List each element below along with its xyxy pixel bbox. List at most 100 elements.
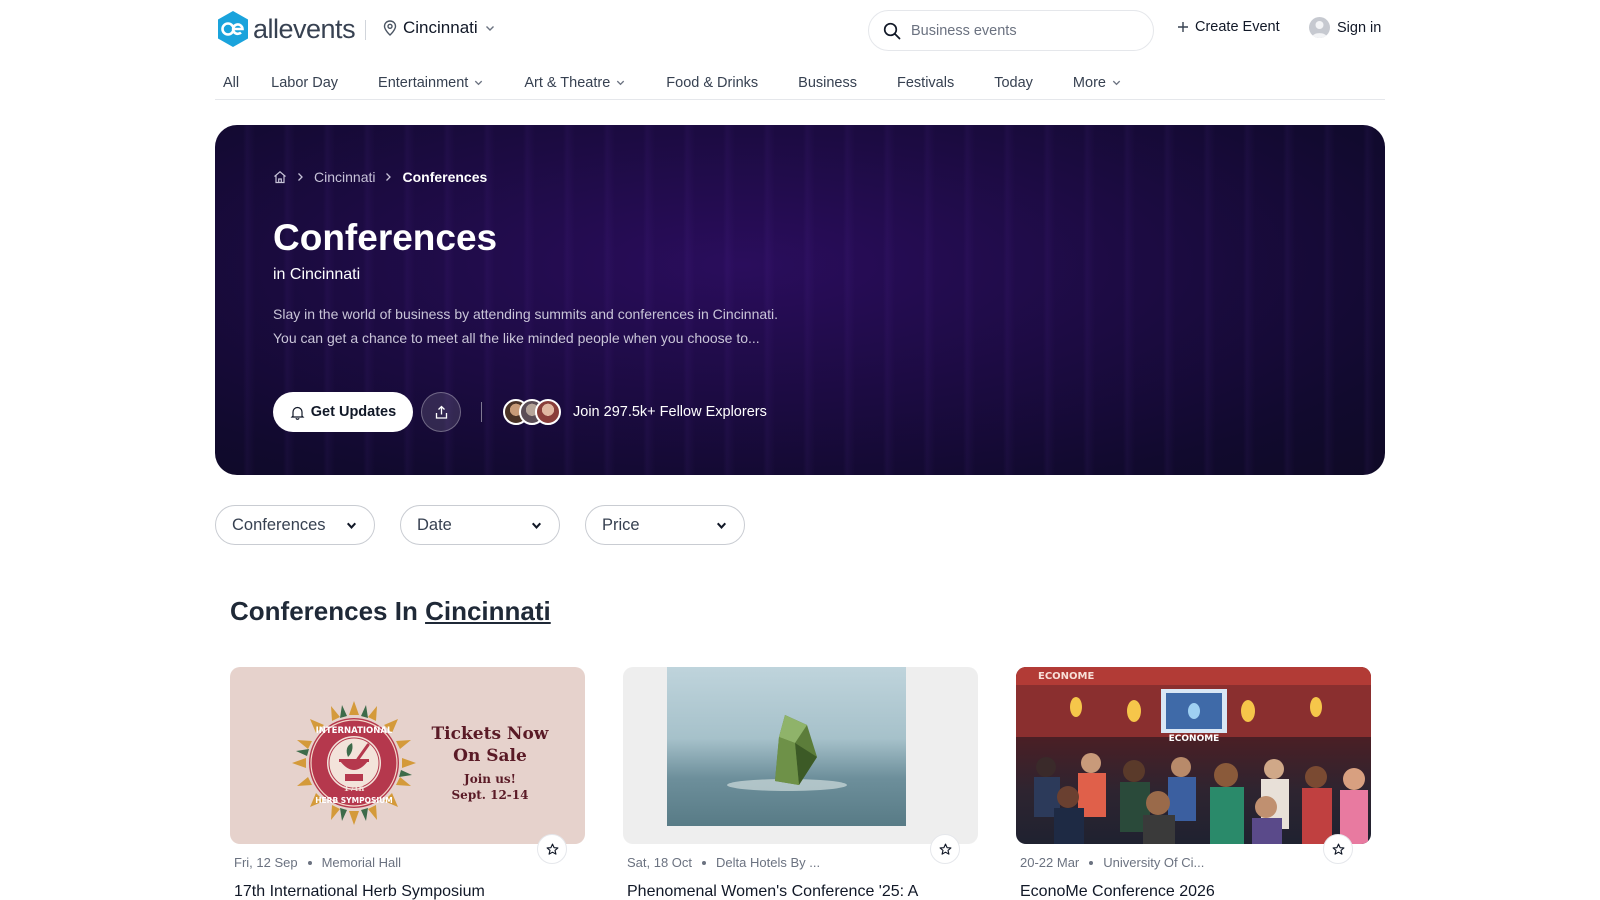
date-filter-dropdown[interactable]: Date	[400, 505, 560, 545]
chevron-down-icon	[485, 26, 494, 31]
event-date: 20-22 Mar	[1020, 855, 1080, 870]
event-card[interactable]: 17th INTERNATIONAL HERB SYMPOSIUM Ticket…	[230, 667, 585, 900]
breadcrumb-city[interactable]: Cincinnati	[314, 169, 375, 185]
ticket-sale-text: Tickets Now On Sale Join us! Sept. 12-14	[420, 723, 560, 803]
filter-label: Date	[417, 515, 452, 534]
price-filter-dropdown[interactable]: Price	[585, 505, 745, 545]
separator-dot	[702, 860, 707, 865]
chevron-down-icon	[716, 522, 727, 529]
banner-text: ECONOME	[1038, 671, 1094, 682]
nav-label: Labor Day	[271, 74, 339, 91]
get-updates-button[interactable]: Get Updates	[273, 392, 413, 432]
description-line: You can get a chance to meet all the lik…	[273, 330, 760, 346]
search-input[interactable]	[911, 22, 1131, 39]
nav-item-more[interactable]: More	[1065, 64, 1122, 94]
logo[interactable]: allevents	[215, 10, 356, 48]
event-title[interactable]: Phenomenal Women's Conference '25: A	[623, 883, 978, 900]
nav-label: Today	[994, 74, 1033, 91]
sign-in-button[interactable]: Sign in	[1309, 17, 1381, 38]
city-selector[interactable]: Cincinnati	[383, 18, 496, 38]
create-event-button[interactable]: Create Event	[1177, 19, 1280, 35]
save-event-button[interactable]	[930, 834, 960, 864]
chevron-down-icon	[1112, 80, 1121, 86]
event-meta: 20-22 Mar University Of Ci...	[1016, 855, 1371, 870]
search-icon	[883, 22, 901, 39]
event-venue: University Of Ci...	[1103, 855, 1205, 870]
save-event-button[interactable]	[1323, 834, 1353, 864]
allevents-logo-icon	[218, 11, 248, 47]
search-box[interactable]	[868, 10, 1154, 51]
join-explorers-text: Join 297.5k+ Fellow Explorers	[573, 404, 767, 420]
event-venue: Delta Hotels By ...	[716, 855, 821, 870]
nav-item-food-drinks[interactable]: Food & Drinks	[658, 64, 758, 94]
image-text-line: Tickets Now	[431, 724, 549, 744]
header-divider	[365, 20, 366, 40]
event-venue: Memorial Hall	[321, 855, 402, 870]
home-icon[interactable]	[273, 170, 287, 184]
event-card[interactable]: ECONOME ECONOME 20-22 Mar University Of …	[1016, 667, 1371, 900]
hero-banner: Cincinnati Conferences Conferences in Ci…	[215, 125, 1385, 475]
event-date: Fri, 12 Sep	[234, 855, 298, 870]
star-icon	[546, 843, 558, 855]
page-description: Slay in the world of business by attendi…	[273, 302, 833, 350]
event-title[interactable]: EconoMe Conference 2026	[1016, 883, 1371, 900]
filter-label: Conferences	[232, 515, 326, 534]
category-nav: All Labor Day Entertainment Art & Theatr…	[215, 64, 1385, 100]
event-image[interactable]	[623, 667, 978, 844]
event-image[interactable]: ECONOME ECONOME	[1016, 667, 1371, 844]
gemstone-photo	[667, 667, 906, 826]
nav-item-labor-day[interactable]: Labor Day	[263, 64, 338, 94]
nav-label: All	[223, 74, 240, 91]
nav-label: Food & Drinks	[666, 74, 759, 91]
save-event-button[interactable]	[537, 834, 567, 864]
plus-icon	[1178, 22, 1188, 32]
chevron-down-icon	[475, 80, 483, 86]
logo-text: allevents	[253, 13, 356, 44]
stage-text: ECONOME	[1169, 734, 1220, 744]
star-icon	[1332, 843, 1344, 855]
city-name: Cincinnati	[403, 18, 478, 37]
nav-item-today[interactable]: Today	[986, 64, 1033, 94]
chevron-right-icon	[386, 173, 392, 181]
event-title[interactable]: 17th International Herb Symposium	[230, 883, 585, 900]
event-image[interactable]: 17th INTERNATIONAL HERB SYMPOSIUM Ticket…	[230, 667, 585, 844]
seal-bottom-text: HERB SYMPOSIUM	[315, 796, 392, 805]
event-meta: Fri, 12 Sep Memorial Hall	[230, 855, 585, 870]
share-button[interactable]	[421, 392, 461, 432]
event-card[interactable]: Sat, 18 Oct Delta Hotels By ... Phenomen…	[623, 667, 978, 900]
conference-crowd-photo: ECONOME ECONOME	[1016, 667, 1371, 844]
get-updates-label: Get Updates	[310, 404, 397, 420]
sign-in-label: Sign in	[1337, 19, 1382, 36]
create-event-label: Create Event	[1195, 19, 1280, 35]
nav-label: Art & Theatre	[524, 74, 611, 91]
avatar	[535, 399, 561, 425]
location-pin-icon	[383, 20, 397, 36]
chevron-down-icon	[617, 80, 625, 86]
image-text-line: On Sale	[453, 746, 527, 766]
separator-dot	[307, 860, 312, 865]
nav-item-all[interactable]: All	[215, 64, 239, 94]
seal-number-text: 17th	[344, 783, 365, 793]
seal-top-text: INTERNATIONAL	[316, 726, 393, 736]
breadcrumb-current: Conferences	[402, 169, 488, 185]
herb-symposium-seal: 17th INTERNATIONAL HERB SYMPOSIUM	[292, 701, 416, 825]
nav-item-business[interactable]: Business	[790, 64, 857, 94]
user-avatar-icon	[1309, 17, 1330, 38]
event-date: Sat, 18 Oct	[627, 855, 693, 870]
nav-label: Entertainment	[378, 74, 469, 91]
share-icon	[435, 405, 447, 419]
green-gem-illustration	[727, 715, 847, 791]
nav-item-entertainment[interactable]: Entertainment	[370, 64, 484, 94]
chevron-down-icon	[346, 522, 357, 529]
section-title: Conferences In Cincinnati	[230, 596, 551, 627]
header: allevents Cincinnati Create Event Sign i…	[215, 0, 1385, 60]
separator-dot	[1089, 860, 1094, 865]
bell-icon	[290, 406, 305, 420]
category-filter-dropdown[interactable]: Conferences	[215, 505, 375, 545]
image-text-line: Sept. 12-14	[451, 788, 529, 802]
section-city-link[interactable]: Cincinnati	[425, 596, 551, 626]
nav-item-festivals[interactable]: Festivals	[889, 64, 954, 94]
nav-item-art-theatre[interactable]: Art & Theatre	[516, 64, 626, 94]
page-title: Conferences	[273, 217, 498, 258]
chevron-down-icon	[531, 522, 542, 529]
